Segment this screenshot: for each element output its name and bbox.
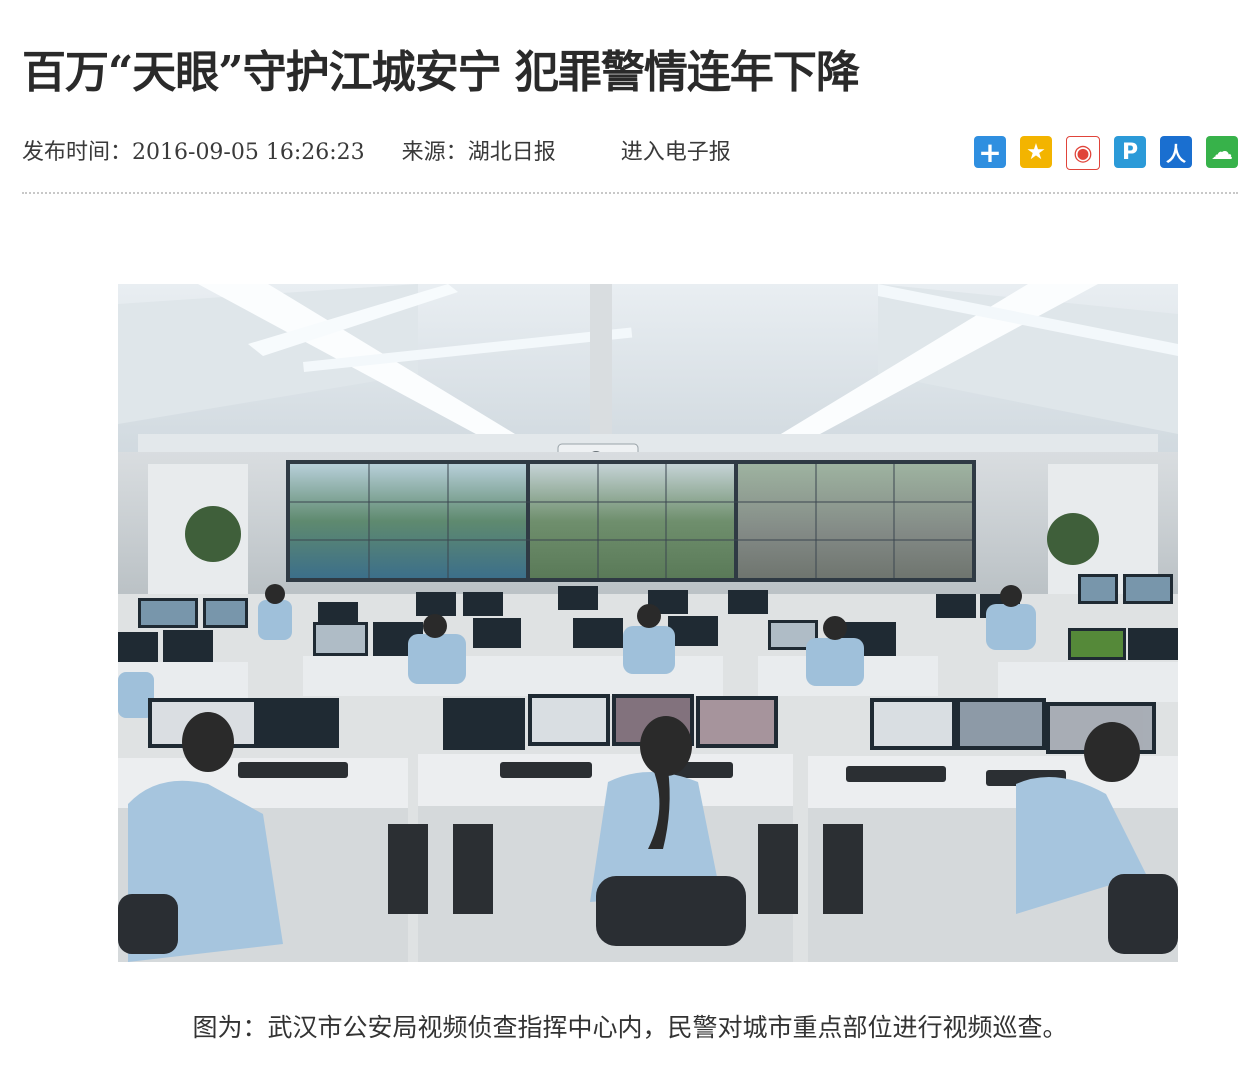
header-divider <box>22 192 1238 194</box>
source-label: 来源： <box>401 140 468 165</box>
renren-icon[interactable]: 人 <box>1160 136 1192 168</box>
wechat-icon[interactable]: ☁ <box>1206 136 1238 168</box>
tencent-weibo-icon[interactable]: P <box>1114 136 1146 168</box>
article-meta: 发布时间：2016-09-05 16:26:23 来源：湖北日报 进入电子报 <box>22 134 731 166</box>
article-title: 百万“天眼”守护江城安宁 犯罪警情连年下降 <box>22 47 860 98</box>
published-label: 发布时间： <box>22 140 133 165</box>
epaper-link[interactable]: 进入电子报 <box>621 134 731 166</box>
source-name: 湖北日报 <box>467 140 556 165</box>
published-time: 2016-09-05 16:26:23 <box>132 140 365 165</box>
share-more-icon[interactable]: + <box>974 136 1006 169</box>
weibo-icon[interactable]: ◉ <box>1066 136 1100 170</box>
photo-caption: 图为：武汉市公安局视频侦查指挥中心内，民警对城市重点部位进行视频巡查。 <box>192 1013 1068 1042</box>
qzone-icon[interactable]: ★ <box>1020 136 1052 168</box>
share-bar: + ★ ◉ P 人 ☁ <box>974 136 1238 170</box>
article-photo <box>118 284 1178 962</box>
